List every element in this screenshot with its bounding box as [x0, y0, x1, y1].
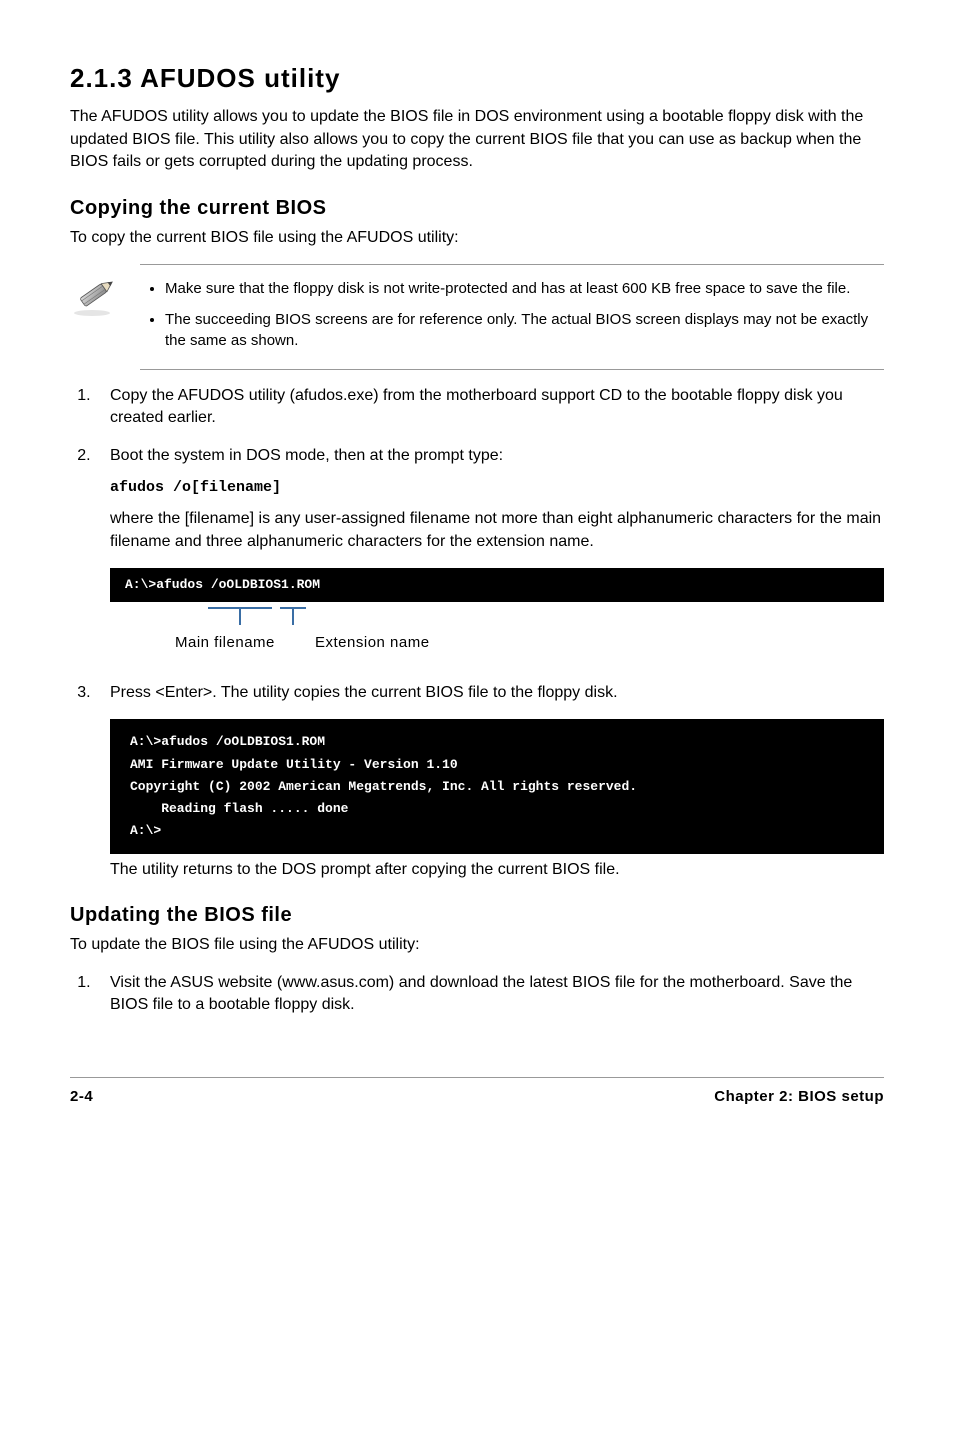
filename-diagram: Main filename Extension name: [110, 607, 884, 667]
copying-heading: Copying the current BIOS: [70, 194, 884, 222]
pencil-icon: [70, 269, 120, 319]
note-item: The succeeding BIOS screens are for refe…: [165, 309, 884, 351]
terminal-output: A:\>afudos /oOLDBIOS1.ROM AMI Firmware U…: [110, 719, 884, 853]
note-item: Make sure that the floppy disk is not wr…: [165, 278, 884, 299]
extension-name-label: Extension name: [315, 632, 430, 653]
section-heading: 2.1.3 AFUDOS utility: [70, 60, 884, 96]
step-item: Press <Enter>. The utility copies the cu…: [95, 682, 884, 704]
step-text: Boot the system in DOS mode, then at the…: [110, 447, 503, 464]
updating-intro: To update the BIOS file using the AFUDOS…: [70, 934, 884, 956]
page-footer: 2-4 Chapter 2: BIOS setup: [70, 1077, 884, 1107]
steps-list-cont: Press <Enter>. The utility copies the cu…: [70, 682, 884, 704]
intro-paragraph: The AFUDOS utility allows you to update …: [70, 106, 884, 173]
updating-heading: Updating the BIOS file: [70, 901, 884, 929]
main-filename-label: Main filename: [175, 632, 275, 653]
steps-list: Copy the AFUDOS utility (afudos.exe) fro…: [70, 385, 884, 553]
step-sub-text: where the [filename] is any user-assigne…: [110, 508, 884, 553]
step-item: Copy the AFUDOS utility (afudos.exe) fro…: [95, 385, 884, 430]
chapter-label: Chapter 2: BIOS setup: [714, 1086, 884, 1107]
note-content: Make sure that the floppy disk is not wr…: [140, 264, 884, 370]
step-item: Boot the system in DOS mode, then at the…: [95, 445, 884, 553]
step-item: Visit the ASUS website (www.asus.com) an…: [95, 972, 884, 1017]
copying-intro: To copy the current BIOS file using the …: [70, 227, 884, 249]
code-line: afudos /o[filename]: [110, 477, 884, 498]
terminal-output: A:\>afudos /oOLDBIOS1.ROM: [110, 568, 884, 602]
note-block: Make sure that the floppy disk is not wr…: [70, 264, 884, 370]
page-number: 2-4: [70, 1086, 93, 1107]
updating-steps: Visit the ASUS website (www.asus.com) an…: [70, 972, 884, 1017]
after-paragraph: The utility returns to the DOS prompt af…: [110, 859, 884, 881]
